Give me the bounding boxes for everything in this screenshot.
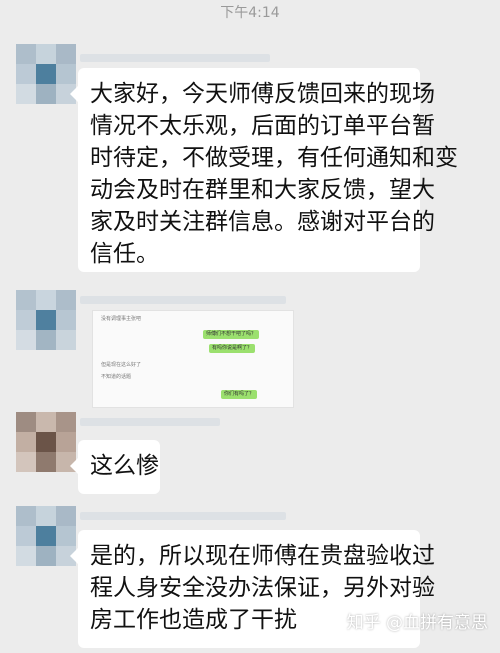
avatar[interactable] [16, 506, 76, 566]
screenshot-text: 你们有吗了？ [221, 390, 258, 399]
screenshot-text: 有吗你说是啊了？ [209, 344, 256, 353]
screenshot-text: 但是现在这么好了 [101, 362, 142, 368]
message-line: 程人身安全没办法保证，另外对验 [90, 575, 435, 601]
screenshot-text: 没有调理事主张吧 [101, 316, 142, 322]
message-line: 时待定，不做受理，有任何通知和变 [90, 145, 458, 171]
watermark: 知乎 @血拼有意思 [346, 613, 488, 633]
avatar[interactable] [16, 412, 76, 472]
timestamp: 下午4:14 [220, 5, 280, 21]
sender-name-blurred [80, 512, 286, 520]
message-line: 动会及时在群里和大家反馈，望大 [90, 177, 435, 203]
avatar[interactable] [16, 290, 76, 350]
screenshot-text: 师傅们不想干吧了吗？ [203, 330, 260, 339]
sender-name-blurred [80, 418, 220, 426]
avatar[interactable] [16, 44, 76, 104]
screenshot-text: 不知道的话题 [101, 374, 132, 380]
message-line: 信任。 [90, 241, 159, 267]
sender-name-blurred [80, 54, 270, 62]
message-bubble[interactable]: 大家好，今天师傅反馈回来的现场 情况不太乐观，后面的订单平台暂 时待定，不做受理… [70, 68, 458, 272]
message-line: 情况不太乐观，后面的订单平台暂 [90, 113, 435, 139]
message-line: 这么惨 [90, 453, 159, 479]
chat-screenshot-image[interactable]: 没有调理事主张吧 师傅们不想干吧了吗？ 有吗你说是啊了？ 但是现在这么好了 不知… [92, 310, 294, 408]
message-line: 大家好，今天师傅反馈回来的现场 [90, 81, 435, 107]
sender-name-blurred [80, 296, 286, 304]
message-line: 家及时关注群信息。感谢对平台的 [90, 209, 435, 235]
message-bubble[interactable]: 这么惨 [70, 440, 160, 494]
message-line: 是的，所以现在师傅在贵盘验收过 [90, 543, 435, 569]
